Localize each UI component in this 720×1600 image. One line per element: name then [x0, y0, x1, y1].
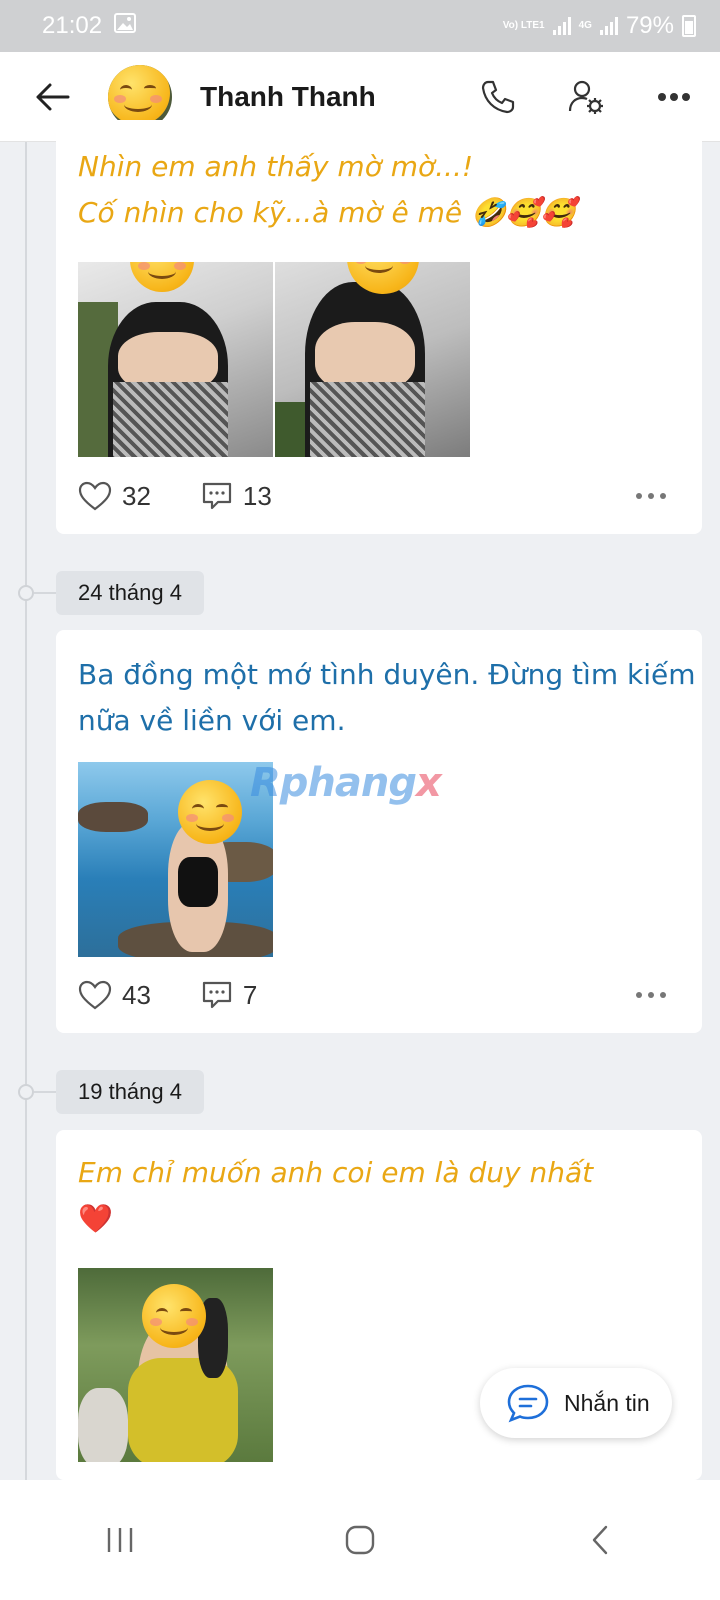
comment-icon [202, 482, 232, 510]
gallery-notification-icon [114, 12, 137, 40]
heart-icon [78, 481, 112, 511]
message-button[interactable]: Nhắn tin [480, 1368, 672, 1438]
signal-icon [552, 17, 571, 35]
heart-icon [78, 980, 112, 1010]
post-more-button[interactable] [636, 992, 666, 998]
watermark-logo: Rphangx [250, 760, 442, 806]
more-horizontal-icon [658, 92, 690, 101]
profile-name: Thanh Thanh [200, 80, 376, 112]
post-card[interactable]: Ba đồng một mớ tình duyên. Đừng tìm kiếm… [56, 630, 702, 1033]
status-bar: 21:02 Vo) LTE1 4G 79% [0, 0, 720, 52]
volte-indicator: Vo) LTE1 [502, 20, 545, 31]
timeline-dot [18, 1084, 34, 1100]
timeline-line [25, 142, 27, 1512]
post-caption: Em chỉ muốn anh coi em là duy nhất ❤️ [78, 1156, 594, 1235]
post-caption: Ba đồng một mớ tình duyên. Đừng tìm kiếm… [78, 658, 696, 737]
like-button[interactable]: 32 [78, 481, 151, 512]
comment-count: 13 [242, 480, 272, 511]
post-photo[interactable] [275, 262, 470, 457]
like-button[interactable]: 43 [78, 980, 151, 1011]
post-more-button[interactable] [636, 493, 666, 499]
call-button[interactable] [470, 69, 526, 125]
more-options-button[interactable] [646, 69, 702, 125]
avatar[interactable] [108, 64, 172, 129]
smiley-icon [108, 64, 170, 125]
phone-icon [481, 80, 515, 113]
chevron-left-icon [592, 1525, 608, 1555]
comment-count: 7 [242, 979, 258, 1010]
home-button[interactable] [320, 1500, 400, 1580]
comment-button[interactable]: 7 [201, 980, 257, 1011]
chat-bubble-icon [507, 1384, 549, 1423]
signal-icon-2 [599, 17, 618, 35]
like-count: 43 [122, 979, 151, 1010]
back-button[interactable] [24, 69, 80, 125]
post-photo[interactable] [78, 762, 273, 957]
like-count: 32 [122, 480, 151, 511]
smiley-sticker-icon [142, 1284, 206, 1348]
post-actions: 43 7 [78, 975, 680, 1015]
post-photo[interactable] [78, 262, 273, 457]
date-chip: 24 tháng 4 [56, 571, 204, 615]
comment-icon [202, 981, 232, 1009]
battery-level: 79% [625, 12, 674, 39]
timeline-dot [18, 585, 34, 601]
post-actions: 32 13 [78, 476, 680, 516]
recent-apps-button[interactable] [80, 1500, 160, 1580]
comment-button[interactable]: 13 [201, 481, 272, 512]
message-button-label: Nhắn tin [564, 1389, 650, 1416]
post-card[interactable]: Nhìn em anh thấy mờ mờ...! Cố nhìn cho k… [56, 120, 702, 534]
post-caption: Nhìn em anh thấy mờ mờ...! Cố nhìn cho k… [78, 150, 576, 229]
post-photo[interactable] [78, 1268, 273, 1462]
system-nav-bar [0, 1480, 720, 1600]
nav-back-button[interactable] [560, 1500, 640, 1580]
date-chip: 19 tháng 4 [56, 1070, 204, 1114]
recent-apps-icon [107, 1528, 133, 1552]
user-settings-icon [568, 80, 603, 114]
smiley-sticker-icon [178, 780, 242, 844]
status-time: 21:02 [42, 12, 103, 39]
network-type: 4G [578, 20, 592, 31]
battery-icon [682, 15, 696, 37]
home-icon [345, 1525, 375, 1555]
arrow-left-icon [36, 83, 70, 110]
profile-settings-button[interactable] [558, 69, 614, 125]
smiley-sticker-icon [130, 262, 194, 292]
